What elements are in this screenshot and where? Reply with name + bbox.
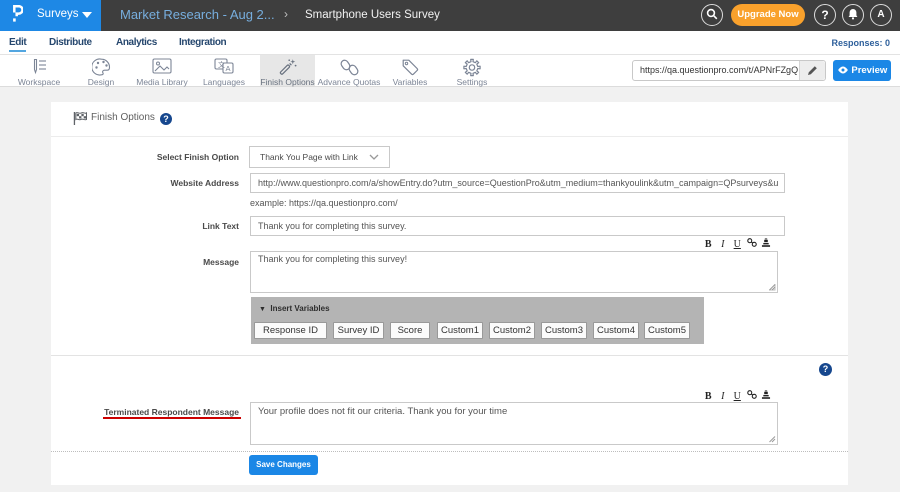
svg-text:文: 文 [218, 60, 225, 69]
svg-text:A: A [226, 64, 231, 73]
